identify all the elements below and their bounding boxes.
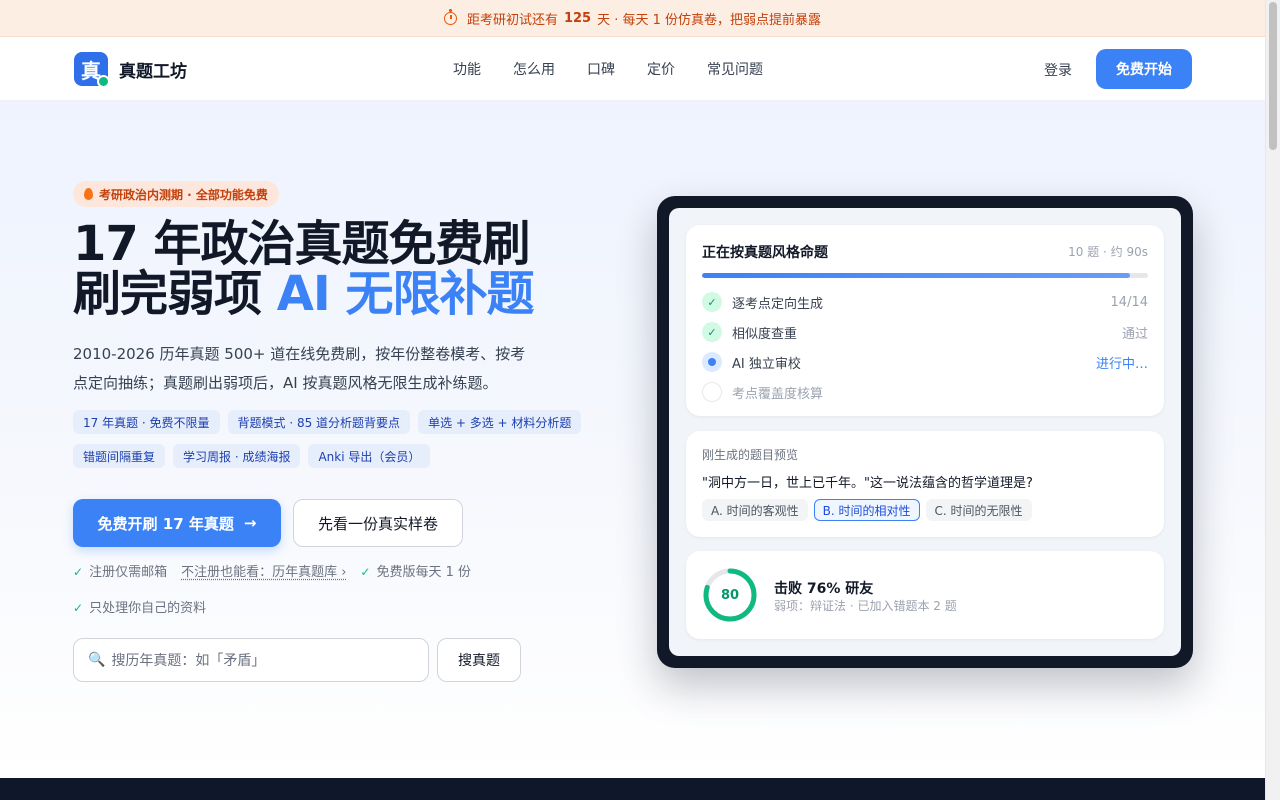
preview-question: "洞中方一日，世上已千年。"这一说法蕴含的哲学道理是?	[702, 476, 1033, 491]
note-email-text: 注册仅需邮箱	[89, 565, 168, 580]
beta-badge-label: 考研政治内测期 · 全部功能免费	[99, 187, 268, 202]
question-preview-card: 刚生成的题目预览 "洞中方一日，世上已千年。"这一说法蕴含的哲学道理是? A. …	[686, 431, 1164, 537]
feature-tag: Anki 导出（会员）	[308, 444, 431, 468]
generation-meta: 10 题 · 约 90s	[1068, 245, 1148, 259]
page-scrollbar[interactable]	[1265, 0, 1280, 800]
score-title: 击败 76% 研友	[774, 581, 874, 597]
check-icon: ✓	[360, 565, 371, 579]
nav-link-reviews[interactable]: 口碑	[587, 59, 615, 79]
step-item: ✓ 相似度查重 通过	[702, 322, 1148, 342]
nav-link-how-to-use[interactable]: 怎么用	[513, 59, 555, 79]
check-circle-icon: ✓	[702, 292, 722, 312]
step-label: 相似度查重	[732, 326, 798, 342]
scrollbar-thumb[interactable]	[1269, 2, 1277, 150]
beta-badge: 考研政治内测期 · 全部功能免费	[73, 181, 279, 207]
note-email: ✓ 注册仅需邮箱	[73, 560, 167, 585]
question-bank-link[interactable]: 不注册也能看：历年真题库 ›	[181, 560, 346, 585]
generation-title: 正在按真题风格命题	[702, 245, 828, 261]
step-item: AI 独立审校 进行中…	[702, 352, 1148, 372]
clock-icon	[443, 8, 457, 25]
note-privacy-text: 只处理你自己的资料	[89, 601, 207, 616]
announcement-bar: 距考研初试还有 125 天 · 每天 1 份仿真卷，把弱点提前暴露	[0, 0, 1265, 37]
feature-tag: 单选 + 多选 + 材料分析题	[418, 410, 582, 434]
nav-menu: 功能 怎么用 口碑 定价 常见问题	[453, 37, 763, 101]
generation-card: 正在按真题风格命题 10 题 · 约 90s ✓ 逐考点定向生成 14/14 ✓…	[686, 225, 1164, 416]
nav-link-pricing[interactable]: 定价	[647, 59, 675, 79]
hero-title-highlight: AI 无限补题	[276, 266, 535, 322]
announcement-days: 125	[563, 10, 592, 26]
step-label: 逐考点定向生成	[732, 296, 824, 312]
check-icon: ✓	[73, 601, 84, 615]
search-input[interactable]: 🔍 搜历年真题：如「矛盾」	[73, 638, 429, 682]
step-item: ✓ 逐考点定向生成 14/14	[702, 292, 1148, 312]
nav-link-features[interactable]: 功能	[453, 59, 481, 79]
feature-tag: 错题间隔重复	[73, 444, 166, 468]
answer-option-b[interactable]: B. 时间的相对性	[813, 499, 920, 521]
search-button[interactable]: 搜真题	[437, 638, 521, 682]
search-icon: 🔍	[88, 652, 106, 668]
product-mockup: 正在按真题风格命题 10 题 · 约 90s ✓ 逐考点定向生成 14/14 ✓…	[657, 196, 1193, 668]
note-privacy: ✓ 只处理你自己的资料	[73, 596, 206, 621]
fire-icon	[84, 188, 93, 200]
notes-spacer	[73, 585, 533, 596]
score-card: 80 击败 76% 研友 弱项：辩证法 · 已加入错题本 2 题	[686, 551, 1164, 639]
mockup-screen: 正在按真题风格命题 10 题 · 约 90s ✓ 逐考点定向生成 14/14 ✓…	[669, 208, 1181, 656]
brand[interactable]: 真 真题工坊	[74, 52, 187, 88]
note-daily-free-text: 免费版每天 1 份	[376, 565, 472, 580]
signup-notes: ✓ 注册仅需邮箱 不注册也能看：历年真题库 › ✓ 免费版每天 1 份 ✓ 只处…	[73, 560, 533, 621]
answer-options: A. 时间的客观性 B. 时间的相对性 C. 时间的无限性	[702, 499, 1032, 521]
step-value: 通过	[1121, 326, 1148, 342]
hero-title: 17 年政治真题免费刷 刷完弱项 AI 无限补题	[73, 216, 535, 322]
announcement-suffix: 天 · 每天 1 份仿真卷，把弱点提前暴露	[597, 12, 822, 28]
generation-progress-fill	[702, 273, 1131, 278]
answer-option-a[interactable]: A. 时间的客观性	[702, 499, 808, 521]
answer-option-c[interactable]: C. 时间的无限性	[925, 499, 1032, 521]
step-value: 14/14	[1110, 294, 1148, 310]
start-practice-label: 免费开刷 17 年真题	[97, 514, 234, 533]
announcement-prefix: 距考研初试还有	[466, 12, 558, 28]
feature-tag: 学习周报 · 成绩海报	[173, 444, 301, 468]
step-item: 考点覆盖度核算	[702, 382, 1148, 402]
login-link[interactable]: 登录	[1044, 60, 1072, 80]
empty-circle-icon	[702, 382, 722, 402]
feature-tag: 背题模式 · 85 道分析题背要点	[227, 410, 411, 434]
brand-logo: 真	[74, 52, 110, 88]
step-label: 考点覆盖度核算	[732, 386, 824, 402]
start-free-button[interactable]: 免费开始	[1096, 49, 1192, 89]
sample-paper-button[interactable]: 先看一份真实样卷	[293, 499, 463, 547]
top-nav: 真 真题工坊 功能 怎么用 口碑 定价 常见问题 登录 免费开始	[0, 37, 1265, 101]
generation-progress	[702, 273, 1148, 278]
score-value: 80	[720, 587, 740, 603]
start-practice-button[interactable]: 免费开刷 17 年真题 →	[73, 499, 281, 547]
note-daily-free: ✓ 免费版每天 1 份	[360, 560, 471, 585]
search-placeholder: 搜历年真题：如「矛盾」	[111, 653, 266, 669]
check-badge-icon	[97, 75, 110, 88]
score-subtitle: 弱项：辩证法 · 已加入错题本 2 题	[774, 599, 957, 613]
hero-title-line2: 刷完弱项	[73, 266, 277, 322]
arrow-right-icon: →	[243, 514, 257, 532]
check-circle-icon: ✓	[702, 322, 722, 342]
hero-description: 2010-2026 历年真题 500+ 道在线免费刷，按年份整卷模考、按考点定向…	[73, 345, 526, 392]
in-progress-dot-icon	[702, 352, 722, 372]
footer-section-edge	[0, 778, 1265, 800]
check-icon: ✓	[73, 565, 84, 579]
feature-tags: 17 年真题 · 免费不限量 背题模式 · 85 道分析题背要点 单选 + 多选…	[73, 410, 593, 468]
step-value: 进行中…	[1095, 356, 1148, 372]
feature-tag: 17 年真题 · 免费不限量	[73, 410, 220, 434]
brand-name: 真题工坊	[119, 61, 187, 82]
step-label: AI 独立审校	[732, 356, 801, 372]
hero-title-line1: 17 年政治真题免费刷	[73, 216, 531, 272]
nav-link-faq[interactable]: 常见问题	[707, 59, 763, 79]
preview-label: 刚生成的题目预览	[702, 448, 799, 462]
